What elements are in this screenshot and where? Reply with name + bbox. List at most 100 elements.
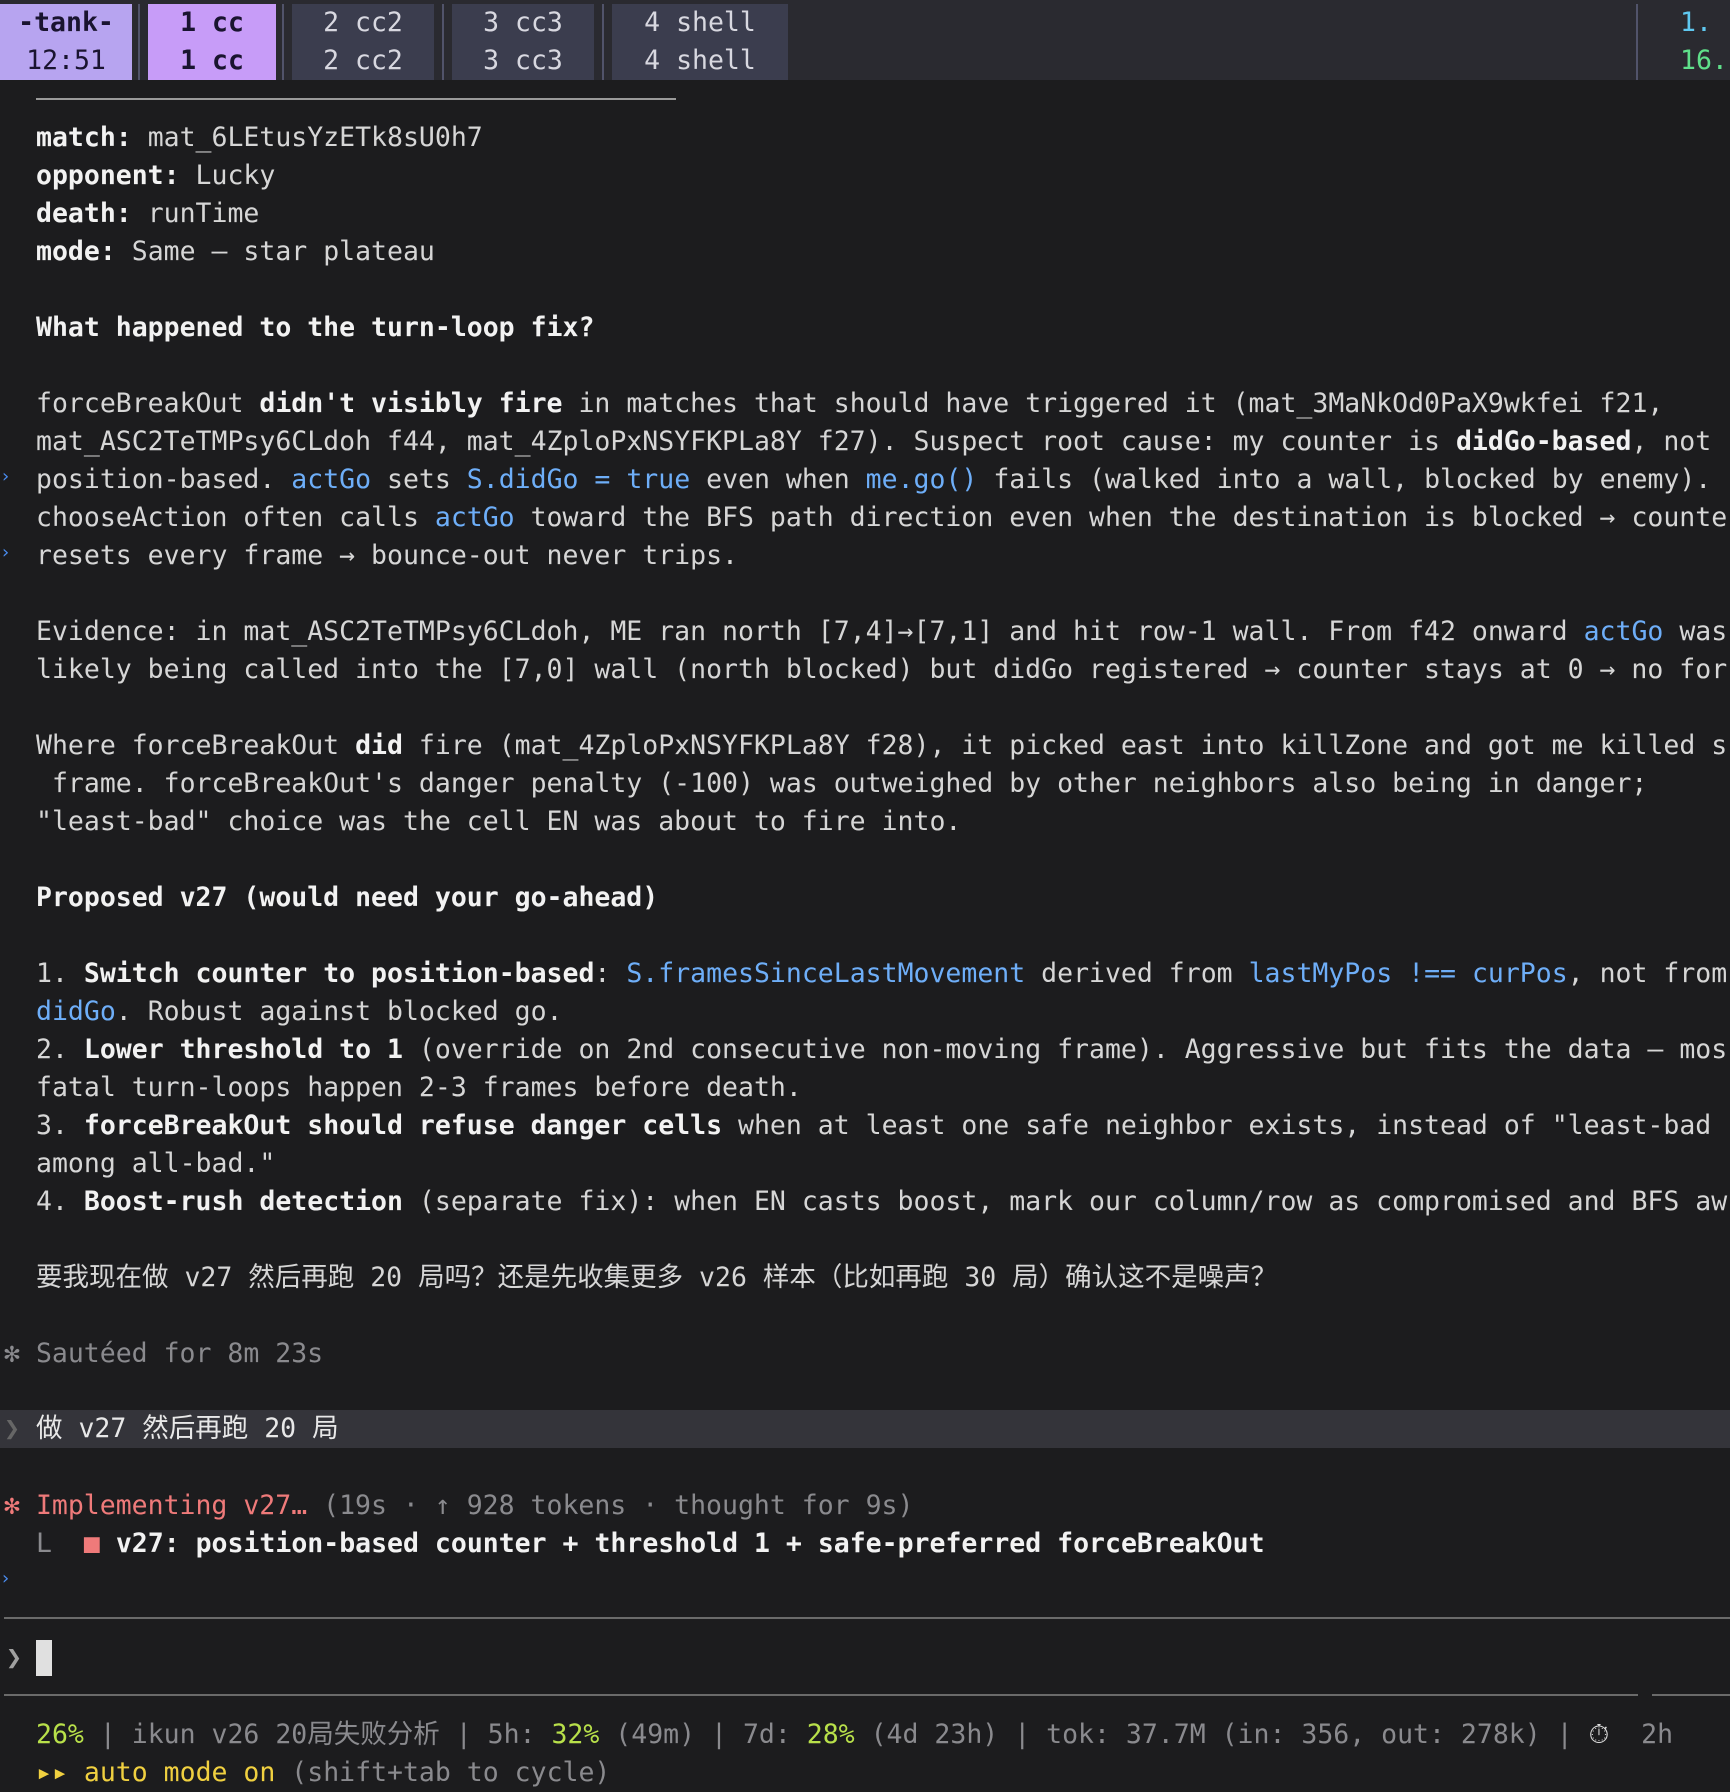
meta-label: match: [36, 122, 132, 153]
meta-label: mode: [36, 236, 116, 267]
fast-forward-icon: ▸▸ [36, 1757, 68, 1788]
project-name: ikun v26 20局失败分析 [131, 1719, 440, 1750]
text-line: didGo. Robust against blocked go. [36, 993, 563, 1031]
usage-7d-pct: 28% [806, 1719, 855, 1750]
usage-7d-label: 7d: [742, 1719, 807, 1750]
text-segment: fails (walked into a wall, blocked by en… [977, 464, 1712, 495]
text-segment: among all-bad." [36, 1148, 276, 1179]
meta-divider [36, 98, 676, 100]
meta-value: Lucky [179, 160, 276, 191]
section-heading: What happened to the turn-loop fix? [36, 312, 595, 343]
text-segment: toward the BFS path direction even when … [514, 502, 1728, 533]
tab-label: 4 shell [644, 45, 756, 76]
text-segment: (separate fix): when EN casts boost, mar… [402, 1186, 1728, 1217]
meta-value: Same — star plateau [115, 236, 435, 267]
mode-hint: (shift+tab to cycle) [275, 1757, 611, 1788]
text-segment: , not [1631, 426, 1712, 457]
bold-segment: forceBreakOut should refuse danger cells [83, 1110, 723, 1141]
user-message-text: 做 v27 然后再跑 20 局 [36, 1413, 339, 1444]
tab-separator [138, 4, 140, 80]
timing-text: Sautéed for 8m 23s [35, 1338, 324, 1369]
tree-branch-icon: L [36, 1528, 52, 1559]
text-cursor [36, 1640, 52, 1676]
right-status-top: 1. [1680, 7, 1712, 38]
mode-line[interactable]: ▸▸ auto mode on (shift+tab to cycle) [36, 1754, 610, 1792]
working-label: Implementing v27… [35, 1490, 308, 1521]
bold-segment: did [355, 730, 403, 761]
gutter-marker: › [0, 542, 11, 563]
text-line: fatal turn-loops happen 2-3 frames befor… [36, 1069, 802, 1107]
working-detail: (19s · ↑ 928 tokens · thought for 9s) [307, 1490, 914, 1521]
gutter-marker: › [0, 1568, 11, 1589]
text-segment: , not from [1567, 958, 1728, 989]
separator: | [998, 1719, 1047, 1750]
text-segment: frame. forceBreakOut's danger penalty (-… [36, 768, 1648, 799]
text-line: chooseAction often calls actGo toward th… [36, 499, 1727, 537]
text-segment: forceBreakOut [36, 388, 260, 419]
section-heading: Proposed v27 (would need your go-ahead) [36, 882, 659, 913]
text-segment: "least-bad" choice was the cell EN was a… [36, 806, 962, 837]
text-segment: 1. [36, 958, 84, 989]
session-tab[interactable]: -tank- 12:51 [0, 4, 132, 80]
separator: | [695, 1719, 743, 1750]
bold-segment: Lower threshold to 1 [83, 1034, 403, 1065]
tab-separator [602, 4, 604, 80]
meta-value: runTime [131, 198, 260, 229]
working-status: ✻ Implementing v27… (19s · ↑ 928 tokens … [4, 1487, 913, 1525]
text-segment: likely being called into the [7,0] wall … [36, 654, 1728, 685]
context-pct: 26% [36, 1719, 84, 1750]
tab-label: 2 cc2 [323, 45, 403, 76]
text-segment: fatal turn-loops happen 2-3 frames befor… [36, 1072, 802, 1103]
right-status-tab: 1. 16. [1654, 4, 1730, 80]
bold-segment: didGo-based [1455, 426, 1632, 457]
text-segment: position-based. [36, 464, 292, 495]
text-segment: was [1663, 616, 1728, 647]
text-segment: 2. [36, 1034, 84, 1065]
asterisk-icon: ✻ [4, 1490, 20, 1521]
text-line: resets every frame → bounce-out never tr… [36, 537, 738, 575]
text-segment: even when [690, 464, 866, 495]
meta-mode: mode: Same — star plateau [36, 233, 435, 271]
text-segment: when at least one safe neighbor exists, … [722, 1110, 1712, 1141]
text-segment: 3. [36, 1110, 84, 1141]
meta-opponent: opponent: Lucky [36, 157, 275, 195]
separator: | [1540, 1719, 1589, 1750]
code-segment: S.framesSinceLastMovement [626, 958, 1026, 989]
tmux-status-bar: -tank- 12:51 1 cc 1 cc 2 cc2 2 cc2 3 cc3… [0, 0, 1730, 80]
usage-5h-label: 5h: [487, 1719, 552, 1750]
tab-label: 3 cc3 [483, 7, 563, 38]
tab-1[interactable]: 1 cc 1 cc [148, 4, 276, 80]
meta-match: match: mat_6LEtusYzETk8sU0h7 [36, 119, 483, 157]
text-segment: derived from [1025, 958, 1249, 989]
text-line: frame. forceBreakOut's danger penalty (-… [36, 765, 1647, 803]
tab-4[interactable]: 4 shell 4 shell [612, 4, 788, 80]
tab-3[interactable]: 3 cc3 3 cc3 [452, 4, 594, 80]
code-segment: actGo [291, 464, 372, 495]
text-segment: resets every frame → bounce-out never tr… [36, 540, 738, 571]
text-line: 1. Switch counter to position-based: S.f… [36, 955, 1727, 993]
token-count: tok: 37.7M (in: 356, out: 278k) [1046, 1719, 1541, 1750]
usage-5h-pct: 32% [551, 1719, 600, 1750]
code-segment: didGo [36, 996, 116, 1027]
separator: | [83, 1719, 132, 1750]
tab-2[interactable]: 2 cc2 2 cc2 [292, 4, 434, 80]
text-segment: chooseAction often calls [36, 502, 435, 533]
tab-label: 3 cc3 [483, 45, 563, 76]
text-segment: Where forceBreakOut [36, 730, 356, 761]
text-segment: Evidence: in mat_ASC2TeTMPsy6CLdoh, ME r… [36, 616, 1584, 647]
text-segment: . Robust against blocked go. [115, 996, 563, 1027]
todo-text: v27: position-based counter + threshold … [115, 1528, 1265, 1559]
bold-segment: didn't visibly fire [259, 388, 563, 419]
meta-label: death: [36, 198, 132, 229]
input-bottom-border [4, 1694, 1638, 1696]
meta-label: opponent: [36, 160, 180, 191]
text-line: among all-bad." [36, 1145, 275, 1183]
right-status-bottom: 16. [1680, 45, 1728, 76]
todo-box-icon: ■ [83, 1528, 100, 1559]
tab-separator [282, 4, 284, 80]
session-time: 12:51 [26, 45, 106, 76]
chevron-icon: ❯ [4, 1413, 20, 1444]
text-line: position-based. actGo sets S.didGo = tru… [36, 461, 1711, 499]
text-segment: (override on 2nd consecutive non-moving … [402, 1034, 1728, 1065]
tab-label: 4 shell [644, 7, 756, 38]
